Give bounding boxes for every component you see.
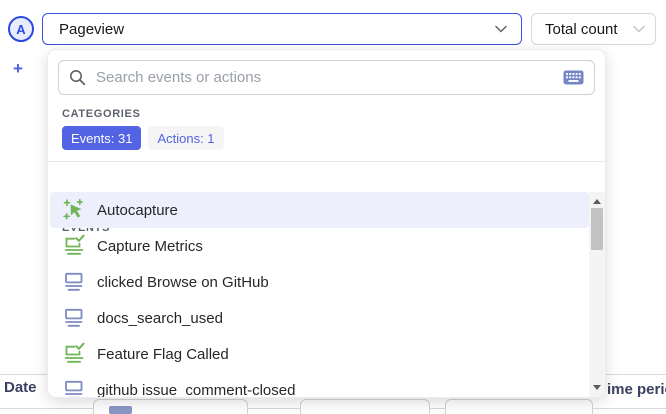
- tab-events[interactable]: Events: 31: [62, 126, 141, 150]
- event-list: Autocapture Capture Metrics: [48, 192, 589, 397]
- insight-series-editor: A Pageview Total count + Date ime perio: [0, 0, 666, 414]
- series-badge-label: A: [16, 22, 25, 37]
- event-list-item-label: clicked Browse on GitHub: [97, 274, 269, 291]
- scrollbar-thumb[interactable]: [591, 208, 603, 250]
- search-input[interactable]: [96, 69, 553, 86]
- categories-section-label: CATEGORIES: [62, 108, 141, 120]
- event-list-item[interactable]: github issue_comment-closed: [50, 372, 589, 397]
- time-period-label: ime perio: [607, 381, 666, 398]
- verified-event-icon: [62, 234, 86, 258]
- event-list-item-label: docs_search_used: [97, 310, 223, 327]
- event-icon: [62, 378, 86, 397]
- event-list-item[interactable]: Capture Metrics: [50, 228, 589, 264]
- scroll-up-arrow-icon[interactable]: [593, 199, 601, 204]
- scrollbar[interactable]: [589, 192, 605, 397]
- filter-button[interactable]: [445, 399, 593, 414]
- chevron-down-icon: [633, 25, 645, 33]
- search-box[interactable]: [58, 60, 595, 95]
- scroll-down-arrow-icon[interactable]: [593, 385, 601, 390]
- event-list-item-label: Autocapture: [97, 202, 178, 219]
- chevron-down-icon: [495, 25, 507, 33]
- keyboard-shortcut-icon: [563, 70, 584, 85]
- event-select-value: Pageview: [59, 21, 124, 38]
- add-series-button[interactable]: +: [13, 59, 23, 79]
- event-list-item[interactable]: Feature Flag Called: [50, 336, 589, 372]
- event-select-button[interactable]: Pageview: [42, 13, 522, 45]
- calendar-icon: [109, 406, 132, 414]
- event-list-item-label: github issue_comment-closed: [97, 382, 295, 398]
- event-list-item[interactable]: docs_search_used: [50, 300, 589, 336]
- verified-event-icon: [62, 342, 86, 366]
- tab-actions[interactable]: Actions: 1: [148, 126, 223, 150]
- aggregation-select-button[interactable]: Total count: [531, 13, 656, 45]
- search-icon: [69, 69, 86, 86]
- series-badge: A: [8, 16, 34, 42]
- section-divider: [48, 161, 605, 162]
- event-list-item-label: Capture Metrics: [97, 238, 203, 255]
- event-picker-dropdown: CATEGORIES Events: 31 Actions: 1 EVENTS: [48, 50, 605, 397]
- event-icon: [62, 270, 86, 294]
- date-filter-label: Date: [4, 379, 37, 396]
- filter-button[interactable]: [300, 399, 430, 414]
- event-icon: [62, 306, 86, 330]
- event-list-item[interactable]: Autocapture: [50, 192, 589, 228]
- event-list-item[interactable]: clicked Browse on GitHub: [50, 264, 589, 300]
- autocapture-icon: [62, 198, 86, 222]
- aggregation-select-value: Total count: [545, 21, 618, 38]
- date-range-button[interactable]: [93, 399, 248, 414]
- category-tabs: Events: 31 Actions: 1: [62, 126, 224, 150]
- event-list-item-label: Feature Flag Called: [97, 346, 229, 363]
